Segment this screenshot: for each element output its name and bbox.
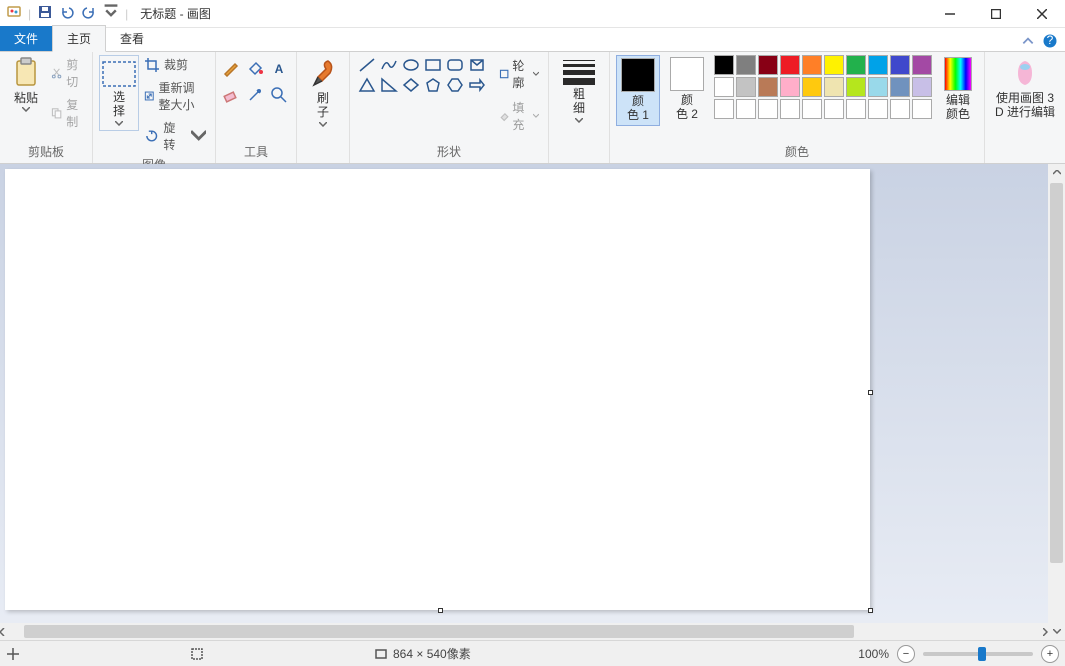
app-icon	[6, 4, 22, 23]
horizontal-scrollbar[interactable]	[0, 623, 1048, 640]
color-swatch[interactable]	[868, 99, 888, 119]
window-title: 无标题 - 画图	[140, 5, 211, 22]
tab-home[interactable]: 主页	[52, 25, 106, 52]
picker-tool[interactable]	[246, 86, 264, 107]
tab-file[interactable]: 文件	[0, 26, 52, 51]
crop-button[interactable]: 裁剪	[141, 55, 209, 74]
group-shapes: 轮廓 填充 形状	[350, 52, 549, 163]
color-swatch[interactable]	[736, 99, 756, 119]
color-swatch[interactable]	[758, 77, 778, 97]
bucket-tool[interactable]	[246, 59, 264, 80]
color-swatch[interactable]	[890, 55, 910, 75]
redo-icon[interactable]	[81, 4, 97, 23]
color-swatch[interactable]	[736, 55, 756, 75]
group-label-clipboard: 剪贴板	[28, 141, 64, 163]
selection-size	[190, 647, 360, 661]
color-swatch[interactable]	[846, 77, 866, 97]
color-swatch[interactable]	[824, 55, 844, 75]
paint3d-button[interactable]: 使用画图 3 D 进行编辑	[991, 55, 1059, 122]
color-swatch[interactable]	[780, 99, 800, 119]
close-button[interactable]	[1019, 0, 1065, 28]
group-image: 选 择 裁剪 重新调整大小 旋转 图像	[93, 52, 216, 163]
color-swatch[interactable]	[868, 77, 888, 97]
rotate-button[interactable]: 旋转	[141, 118, 209, 154]
color-palette[interactable]	[714, 55, 932, 119]
maximize-button[interactable]	[973, 0, 1019, 28]
color-swatch[interactable]	[736, 77, 756, 97]
color-swatch[interactable]	[912, 55, 932, 75]
qat-dropdown-icon[interactable]	[103, 4, 119, 23]
cursor-position	[6, 647, 176, 661]
select-button[interactable]: 选 择	[99, 55, 139, 131]
tab-view[interactable]: 查看	[106, 26, 158, 51]
color-swatch[interactable]	[802, 77, 822, 97]
color-swatch[interactable]	[868, 55, 888, 75]
shape-fill-button[interactable]: 填充	[496, 97, 542, 135]
minimize-button[interactable]	[927, 0, 973, 28]
zoom-slider[interactable]	[923, 652, 1033, 656]
eraser-tool[interactable]	[222, 86, 240, 107]
color1-button[interactable]: 颜 色 1	[616, 55, 660, 126]
group-label-colors: 颜色	[785, 141, 809, 163]
group-paint3d: 使用画图 3 D 进行编辑	[985, 52, 1065, 163]
color-swatch[interactable]	[802, 99, 822, 119]
group-label-shapes: 形状	[437, 141, 461, 163]
color-swatch[interactable]	[824, 99, 844, 119]
text-tool[interactable]: A	[270, 59, 288, 80]
shapes-gallery[interactable]	[356, 55, 490, 97]
color-swatch[interactable]	[824, 77, 844, 97]
vertical-scrollbar[interactable]	[1048, 164, 1065, 640]
svg-text:A: A	[275, 62, 284, 76]
canvas-size: 864 × 540像素	[374, 645, 544, 662]
copy-button[interactable]: 复制	[48, 95, 86, 131]
brushes-button[interactable]: 刷 子	[303, 55, 343, 129]
color-swatch[interactable]	[912, 77, 932, 97]
group-brushes: 刷 子	[297, 52, 350, 163]
svg-text:?: ?	[1047, 34, 1054, 47]
color-swatch[interactable]	[758, 55, 778, 75]
color-swatch[interactable]	[890, 99, 910, 119]
paste-button[interactable]: 粘贴	[6, 55, 46, 114]
drawing-canvas[interactable]	[5, 169, 870, 610]
color-swatch[interactable]	[890, 77, 910, 97]
collapse-ribbon-icon[interactable]	[1021, 34, 1035, 51]
group-clipboard: 粘贴 剪切 复制 剪贴板	[0, 52, 93, 163]
cut-button[interactable]: 剪切	[48, 55, 86, 91]
group-colors: 颜 色 1 颜 色 2 编辑 颜色 颜色	[610, 52, 985, 163]
help-icon[interactable]: ?	[1043, 34, 1057, 51]
color-swatch[interactable]	[802, 55, 822, 75]
zoom-in-button[interactable]: +	[1041, 645, 1059, 663]
color-swatch[interactable]	[846, 55, 866, 75]
zoom-out-button[interactable]: −	[897, 645, 915, 663]
save-icon[interactable]	[37, 4, 53, 23]
color-swatch[interactable]	[780, 55, 800, 75]
color-swatch[interactable]	[912, 99, 932, 119]
size-button[interactable]: 粗 细	[555, 55, 603, 125]
color-swatch[interactable]	[780, 77, 800, 97]
undo-icon[interactable]	[59, 4, 75, 23]
canvas-workspace	[0, 164, 1065, 640]
color2-button[interactable]: 颜 色 2	[666, 55, 708, 124]
shape-outline-button[interactable]: 轮廓	[496, 55, 542, 93]
zoom-tool[interactable]	[270, 86, 288, 107]
edit-colors-button[interactable]: 编辑 颜色	[938, 55, 978, 124]
color-swatch[interactable]	[714, 99, 734, 119]
group-tools: A 工具	[216, 52, 297, 163]
color-swatch[interactable]	[846, 99, 866, 119]
color-swatch[interactable]	[758, 99, 778, 119]
group-size: 粗 细	[549, 52, 610, 163]
pencil-tool[interactable]	[222, 59, 240, 80]
zoom-level: 100%	[858, 647, 889, 661]
color-swatch[interactable]	[714, 77, 734, 97]
group-label-tools: 工具	[244, 141, 268, 163]
color-swatch[interactable]	[714, 55, 734, 75]
resize-button[interactable]: 重新调整大小	[141, 78, 209, 114]
